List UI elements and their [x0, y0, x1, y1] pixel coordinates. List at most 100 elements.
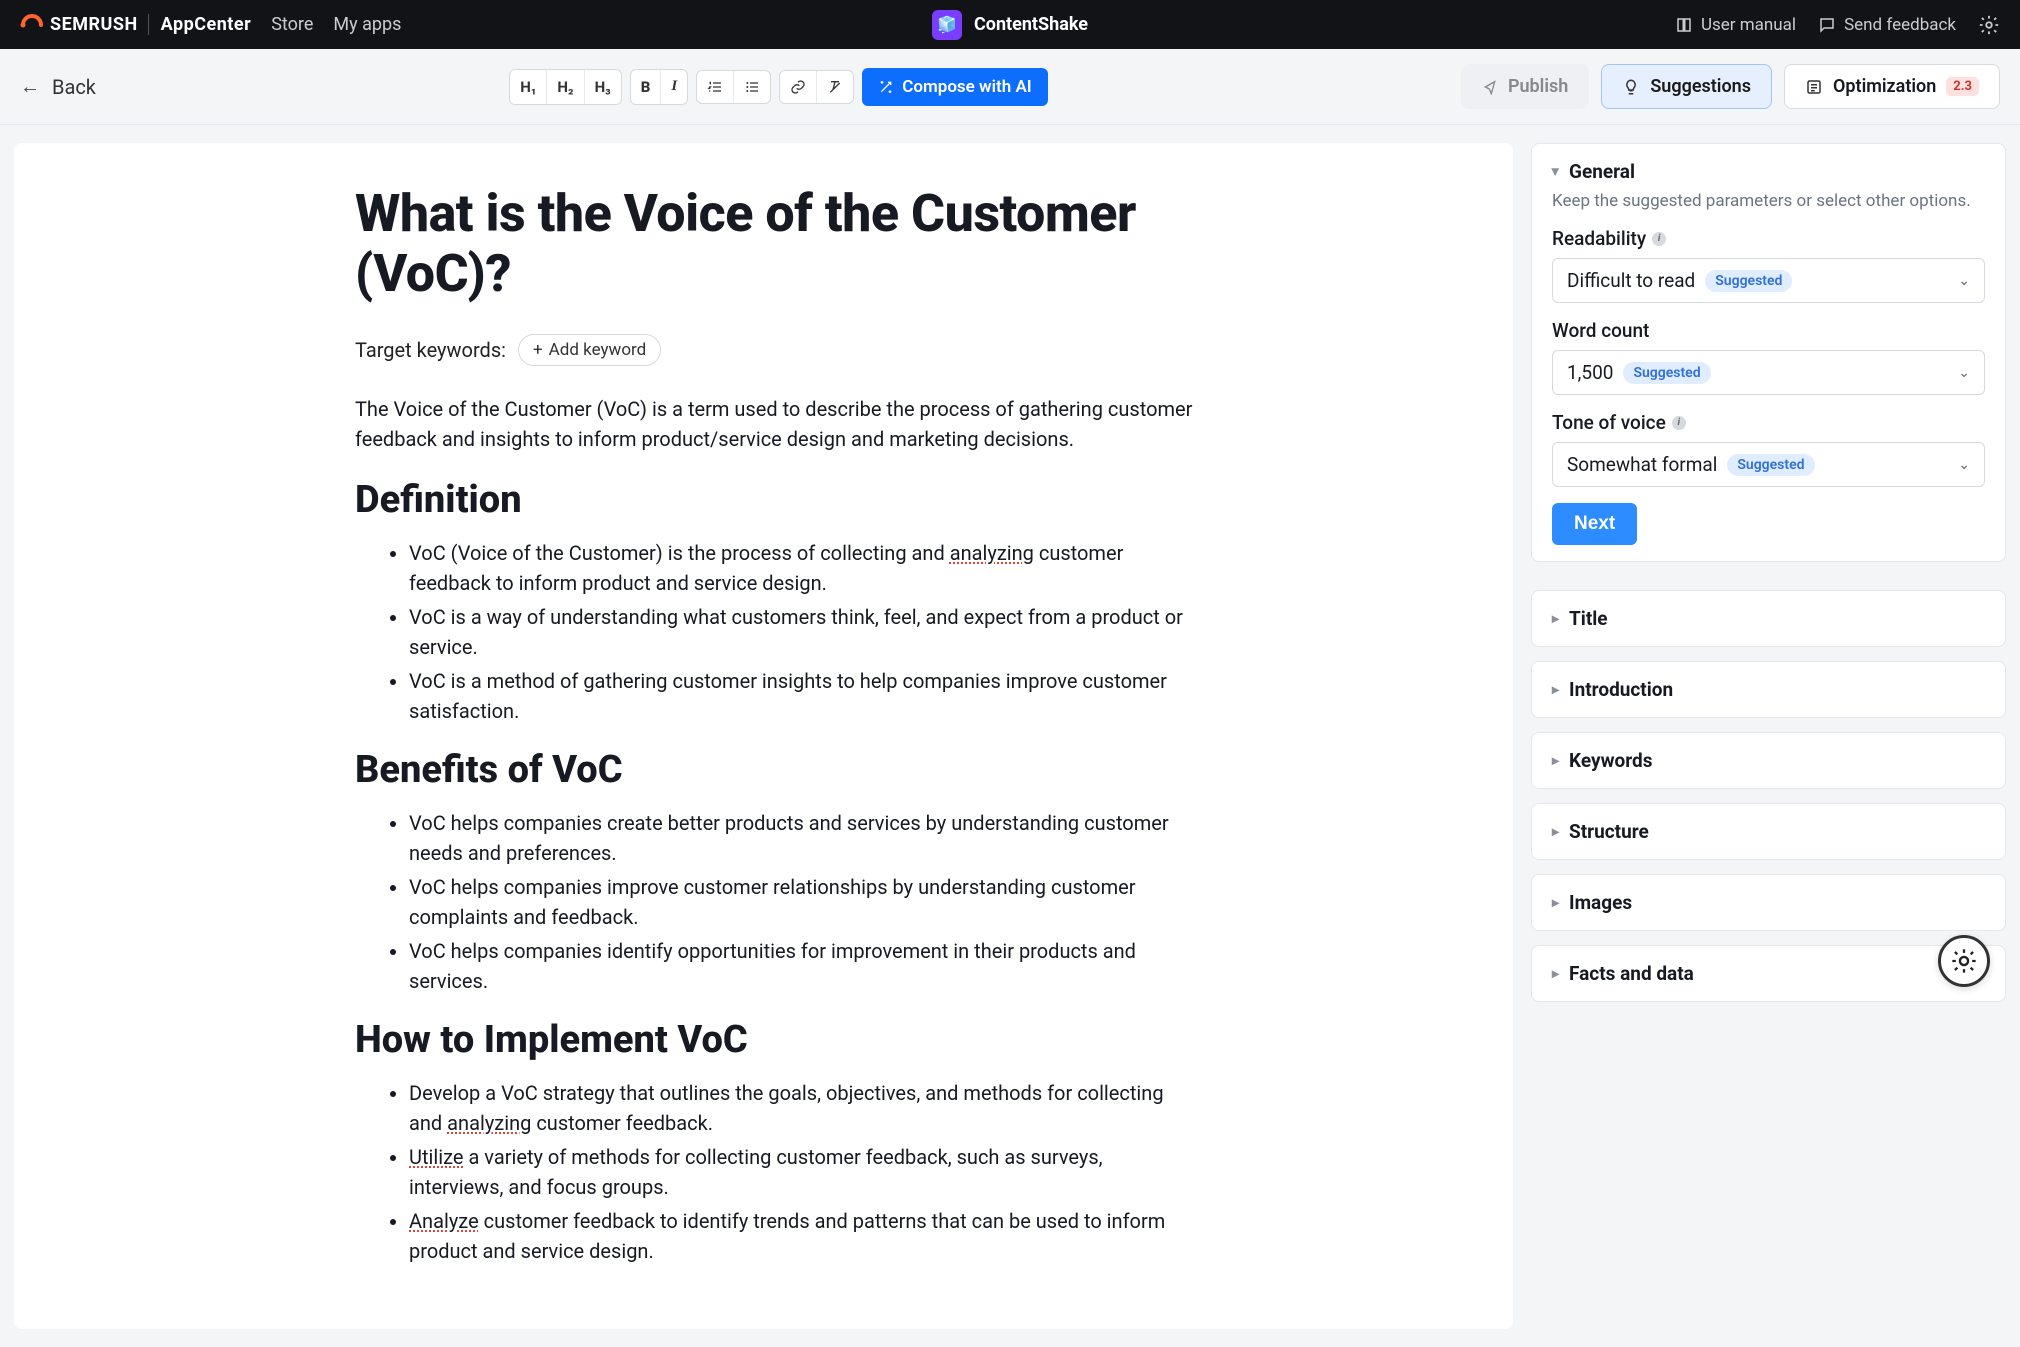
misc-group: [779, 70, 854, 104]
nav-store[interactable]: Store: [271, 14, 313, 35]
article-intro[interactable]: The Voice of the Customer (VoC) is a ter…: [355, 394, 1195, 454]
suggested-tag: Suggested: [1705, 270, 1792, 292]
ordered-list-button[interactable]: [697, 71, 734, 103]
topbar-center: 🧊 ContentShake: [932, 10, 1088, 40]
list-item[interactable]: VoC helps companies improve customer rel…: [409, 872, 1199, 932]
book-icon: [1675, 16, 1693, 34]
chevron-right-icon: ▸: [1552, 895, 1559, 911]
gear-icon[interactable]: [1978, 14, 2000, 36]
next-button[interactable]: Next: [1552, 503, 1637, 545]
h3-button[interactable]: H₃: [585, 70, 621, 104]
user-manual-link[interactable]: User manual: [1675, 15, 1796, 35]
list-item[interactable]: Analyze customer feedback to identify tr…: [409, 1206, 1199, 1266]
heading-definition[interactable]: Definition: [355, 478, 1215, 522]
back-button[interactable]: ← Back: [20, 74, 96, 99]
benefits-list[interactable]: VoC helps companies create better produc…: [355, 808, 1215, 996]
back-label: Back: [52, 75, 96, 99]
list-item[interactable]: VoC is a method of gathering customer in…: [409, 666, 1199, 726]
list-item[interactable]: Utilize a variety of methods for collect…: [409, 1142, 1199, 1202]
bold-button[interactable]: B: [631, 70, 662, 104]
heading-group: H₁ H₂ H₃: [509, 69, 622, 105]
chevron-down-icon: ▸: [1548, 168, 1564, 175]
suggestions-text: Suggestions: [1650, 76, 1751, 97]
article-title[interactable]: What is the Voice of the Customer (VoC)?: [355, 184, 1215, 304]
compose-ai-button[interactable]: Compose with AI: [862, 68, 1047, 106]
spell-error[interactable]: analyzing: [447, 1111, 531, 1135]
optimization-tab[interactable]: Optimization 2.3: [1784, 64, 2000, 109]
optimization-text: Optimization: [1833, 76, 1936, 97]
h2-button[interactable]: H₂: [547, 70, 584, 104]
card-structure: ▸Structure: [1531, 803, 2006, 860]
publish-button[interactable]: Publish: [1461, 64, 1589, 109]
chevron-right-icon: ▸: [1552, 753, 1559, 769]
card-header[interactable]: ▸Introduction: [1552, 678, 1985, 701]
heading-benefits[interactable]: Benefits of VoC: [355, 748, 1215, 792]
toolbar-right: Publish Suggestions Optimization 2.3: [1461, 64, 2000, 109]
app-name: ContentShake: [974, 14, 1088, 35]
wordcount-value: 1,500: [1567, 361, 1613, 384]
add-keyword-text: Add keyword: [549, 340, 647, 360]
card-header[interactable]: ▸Facts and data: [1552, 962, 1985, 985]
list-icon: [1805, 78, 1823, 96]
card-general-title: General: [1569, 160, 1635, 183]
spell-error[interactable]: Analyze: [409, 1209, 479, 1233]
readability-label-text: Readability: [1552, 227, 1646, 250]
keywords-label: Target keywords:: [355, 338, 506, 362]
suggested-tag: Suggested: [1727, 454, 1814, 476]
card-header[interactable]: ▸Keywords: [1552, 749, 1985, 772]
wordcount-label: Word count: [1552, 319, 1985, 342]
chevron-right-icon: ▸: [1552, 966, 1559, 982]
heading-implement[interactable]: How to Implement VoC: [355, 1018, 1215, 1062]
card-introduction: ▸Introduction: [1531, 661, 2006, 718]
user-manual-text: User manual: [1701, 15, 1796, 35]
wordcount-select[interactable]: 1,500 Suggested ⌄: [1552, 350, 1985, 395]
definition-list[interactable]: VoC (Voice of the Customer) is the proce…: [355, 538, 1215, 726]
h1-button[interactable]: H₁: [510, 70, 547, 104]
suggestions-tab[interactable]: Suggestions: [1601, 64, 1772, 109]
italic-button[interactable]: I: [661, 70, 687, 104]
card-header[interactable]: ▸Title: [1552, 607, 1985, 630]
compose-ai-text: Compose with AI: [902, 77, 1031, 97]
list-item[interactable]: VoC is a way of understanding what custo…: [409, 602, 1199, 662]
tone-label-text: Tone of voice: [1552, 411, 1666, 434]
brand-text: SEMRUSH: [50, 14, 138, 35]
card-header[interactable]: ▸Structure: [1552, 820, 1985, 843]
card-title: Introduction: [1569, 678, 1673, 701]
suggestions-panel: ▸ General Keep the suggested parameters …: [1531, 143, 2006, 1002]
suggested-tag: Suggested: [1623, 362, 1710, 384]
clear-format-button[interactable]: [817, 71, 853, 103]
list-item[interactable]: VoC (Voice of the Customer) is the proce…: [409, 538, 1199, 598]
card-general: ▸ General Keep the suggested parameters …: [1531, 143, 2006, 562]
info-icon[interactable]: i: [1652, 232, 1666, 246]
chevron-right-icon: ▸: [1552, 824, 1559, 840]
spell-error[interactable]: Utilize: [409, 1145, 463, 1169]
spell-error[interactable]: analyzing: [950, 541, 1034, 565]
settings-fab[interactable]: [1938, 935, 1990, 987]
card-header[interactable]: ▸Images: [1552, 891, 1985, 914]
send-feedback-link[interactable]: Send feedback: [1818, 15, 1956, 35]
nav-my-apps[interactable]: My apps: [333, 14, 401, 35]
readability-select[interactable]: Difficult to read Suggested ⌄: [1552, 258, 1985, 303]
unordered-list-button[interactable]: [734, 71, 770, 103]
info-icon[interactable]: i: [1672, 416, 1686, 430]
implement-list[interactable]: Develop a VoC strategy that outlines the…: [355, 1078, 1215, 1266]
editor-content: What is the Voice of the Customer (VoC)?…: [355, 184, 1215, 1266]
add-keyword-button[interactable]: + Add keyword: [518, 334, 661, 366]
format-group: B I: [630, 69, 688, 105]
chevron-right-icon: ▸: [1552, 611, 1559, 627]
plus-icon: +: [533, 340, 543, 360]
tone-select[interactable]: Somewhat formal Suggested ⌄: [1552, 442, 1985, 487]
chevron-down-icon: ⌄: [1958, 457, 1970, 473]
appcenter-label: AppCenter: [148, 14, 252, 35]
semrush-logo[interactable]: SEMRUSH AppCenter: [20, 13, 251, 37]
list-item[interactable]: VoC helps companies create better produc…: [409, 808, 1199, 868]
link-button[interactable]: [780, 71, 817, 103]
editor-pane[interactable]: What is the Voice of the Customer (VoC)?…: [14, 143, 1513, 1329]
arrow-left-icon: ←: [20, 74, 40, 99]
keywords-row: Target keywords: + Add keyword: [355, 334, 1215, 366]
card-general-header[interactable]: ▸ General: [1552, 160, 1985, 183]
list-item[interactable]: VoC helps companies identify opportuniti…: [409, 936, 1199, 996]
list-item[interactable]: Develop a VoC strategy that outlines the…: [409, 1078, 1199, 1138]
card-keywords: ▸Keywords: [1531, 732, 2006, 789]
app-icon: 🧊: [932, 10, 962, 40]
